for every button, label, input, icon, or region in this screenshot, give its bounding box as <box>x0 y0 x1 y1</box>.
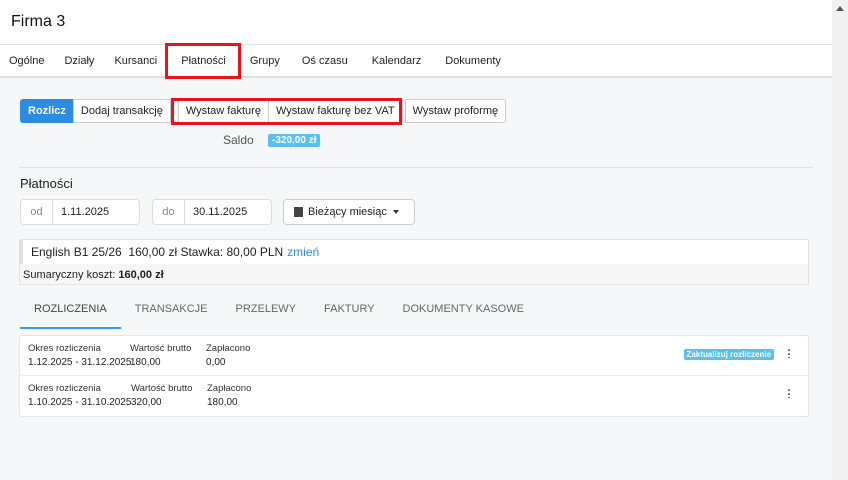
action-buttons: Rozlicz Dodaj transakcję Wystaw fakturę … <box>20 99 506 123</box>
course-summary: English B1 25/26 160,00 zł Stawka: 80,00… <box>19 239 809 285</box>
subtab-faktury[interactable]: FAKTURY <box>310 298 389 329</box>
period-value: 1.12.2025 - 31.12.2025 <box>28 356 131 370</box>
sub-tabs: ROZLICZENIA TRANSAKCJE PRZELEWY FAKTURY … <box>20 298 538 329</box>
period-label: Okres rozliczenia <box>28 342 131 356</box>
tab-dokumenty[interactable]: Dokumenty <box>433 55 513 67</box>
scrollbar[interactable] <box>832 0 848 480</box>
page-header: Firma 3 <box>0 0 832 45</box>
proforma-button[interactable]: Wystaw proformę <box>405 99 506 123</box>
total-row: Sumaryczny koszt: 160,00 zł <box>20 264 808 285</box>
tab-grupy[interactable]: Grupy <box>240 55 290 67</box>
range-dropdown[interactable]: Bieżący miesiąc <box>283 199 415 225</box>
paid-value: 0,00 <box>206 356 250 370</box>
tab-os-czasu[interactable]: Oś czasu <box>290 55 360 67</box>
to-prefix: do <box>153 200 185 224</box>
gross-label: Wartość brutto <box>130 342 191 356</box>
course-row: English B1 25/26 160,00 zł Stawka: 80,00… <box>20 240 808 264</box>
divider <box>18 167 814 168</box>
gross-label: Wartość brutto <box>131 382 192 396</box>
paid-label: Zapłacono <box>206 342 250 356</box>
change-link[interactable]: zmień <box>287 245 319 259</box>
update-settlement-button[interactable]: Zaktualizuj rozliczenie <box>684 349 774 360</box>
tab-platnosci[interactable]: Płatności <box>167 55 240 67</box>
paid-value: 180,00 <box>207 396 251 410</box>
gross-value: 180,00 <box>130 356 191 370</box>
course-info: English B1 25/26 160,00 zł Stawka: 80,00… <box>31 245 283 259</box>
page-title: Firma 3 <box>11 13 65 31</box>
range-value: Bieżący miesiąc <box>308 206 387 218</box>
to-value: 30.11.2025 <box>185 200 247 224</box>
add-transaction-button[interactable]: Dodaj transakcję <box>73 99 171 123</box>
date-to-field[interactable]: do 30.11.2025 <box>152 199 272 225</box>
invoice-no-vat-button[interactable]: Wystaw fakturę bez VAT <box>268 99 403 123</box>
total-value: 160,00 zł <box>118 269 163 281</box>
subtab-przelewy[interactable]: PRZELEWY <box>221 298 310 329</box>
saldo-badge: -320,00 zł <box>268 134 320 147</box>
payments-title: Płatności <box>20 176 73 191</box>
gross-value: 320,00 <box>131 396 192 410</box>
from-prefix: od <box>21 200 53 224</box>
invoice-button[interactable]: Wystaw fakturę <box>178 99 269 123</box>
more-menu-icon[interactable] <box>788 388 790 398</box>
tab-dzialy[interactable]: Działy <box>54 55 104 67</box>
settle-button[interactable]: Rozlicz <box>20 99 74 123</box>
subtab-transakcje[interactable]: TRANSAKCJE <box>121 298 222 329</box>
from-value: 1.11.2025 <box>53 200 109 224</box>
date-from-field[interactable]: od 1.11.2025 <box>20 199 140 225</box>
subtab-dokumenty-kasowe[interactable]: DOKUMENTY KASOWE <box>389 298 538 329</box>
tab-kursanci[interactable]: Kursanci <box>104 55 167 67</box>
paid-label: Zapłacono <box>207 382 251 396</box>
subtab-rozliczenia[interactable]: ROZLICZENIA <box>20 298 121 329</box>
period-label: Okres rozliczenia <box>28 382 131 396</box>
settlements-list: Okres rozliczenia1.12.2025 - 31.12.2025 … <box>19 335 809 417</box>
tab-kalendarz[interactable]: Kalendarz <box>360 55 434 67</box>
caret-down-icon <box>393 210 399 214</box>
period-value: 1.10.2025 - 31.10.2025 <box>28 396 131 410</box>
more-menu-icon[interactable] <box>788 348 790 358</box>
main-tabs: Ogólne Działy Kursanci Płatności Grupy O… <box>0 45 832 78</box>
saldo-label: Saldo <box>223 133 254 147</box>
calendar-icon <box>294 207 303 217</box>
table-row: Okres rozliczenia1.12.2025 - 31.12.2025 … <box>20 336 808 376</box>
table-row: Okres rozliczenia1.10.2025 - 31.10.2025 … <box>20 376 808 416</box>
total-label: Sumaryczny koszt: <box>23 269 115 281</box>
scroll-up-icon[interactable] <box>836 6 844 11</box>
tab-ogolne[interactable]: Ogólne <box>0 55 54 67</box>
